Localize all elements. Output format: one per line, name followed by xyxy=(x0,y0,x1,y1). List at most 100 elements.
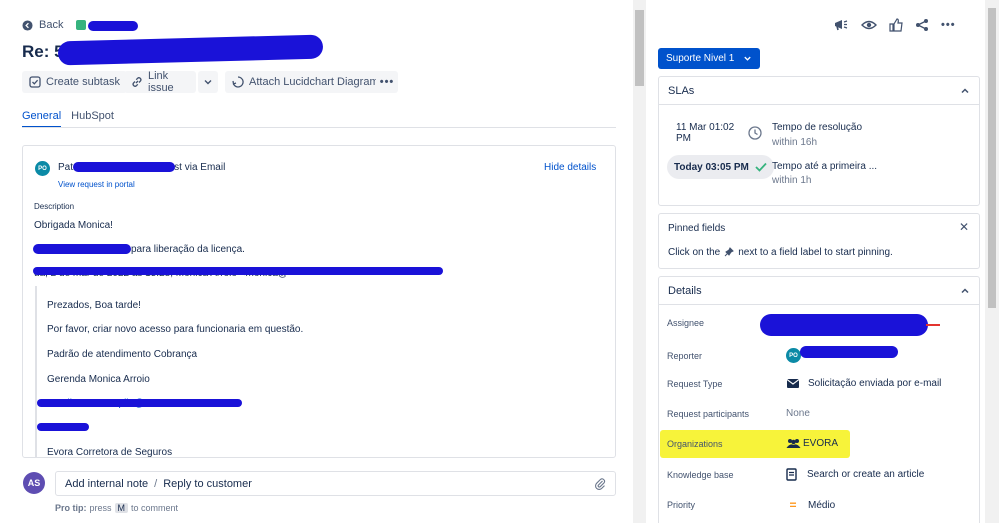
link-icon xyxy=(131,76,143,88)
people-icon xyxy=(786,438,801,449)
redacted-block xyxy=(33,244,131,254)
field-value: Médio xyxy=(808,499,836,511)
avatar: PO xyxy=(786,348,801,363)
field-label: Organizations xyxy=(667,438,723,449)
add-internal-note-button[interactable]: Add internal note xyxy=(65,478,148,490)
clock-icon xyxy=(748,126,762,140)
back-label: Back xyxy=(39,19,64,31)
chevron-down-icon xyxy=(203,77,213,87)
sla-time-badge: Today 03:05 PM xyxy=(667,155,774,179)
close-icon[interactable]: ✕ xyxy=(959,220,969,234)
tab-general[interactable]: General xyxy=(22,110,62,128)
field-label: Knowledge base xyxy=(667,469,734,480)
attach-diagram-label: Attach Lucidchart Diagram xyxy=(249,76,379,88)
quoted-line: Padrão de atendimento Cobrança xyxy=(47,349,198,360)
avatar: PO xyxy=(35,161,50,176)
comment-composer[interactable]: Add internal note / Reply to customer xyxy=(55,471,616,496)
thumbs-up-icon[interactable] xyxy=(889,18,903,32)
priority-medium-icon: = xyxy=(789,498,797,512)
knowledge-base-value[interactable]: Search or create an article xyxy=(786,468,924,481)
tab-bar: General HubSpot xyxy=(22,110,114,128)
view-request-link[interactable]: View request in portal xyxy=(58,180,135,189)
redacted-block xyxy=(88,21,138,31)
request-type-value[interactable]: Solicitação enviada por e-mail xyxy=(786,378,941,389)
field-value: Solicitação enviada por e-mail xyxy=(808,378,942,389)
field-label: Reporter xyxy=(667,350,703,361)
hint-text: Click on the xyxy=(668,247,721,258)
hide-details-link[interactable]: Hide details xyxy=(544,162,596,173)
pin-icon xyxy=(724,247,735,258)
more-icon[interactable]: ••• xyxy=(941,19,956,31)
field-label: Request Type xyxy=(667,378,723,389)
megaphone-icon[interactable] xyxy=(833,18,849,32)
sla-item: 11 Mar 01:02 PM xyxy=(676,122,762,144)
quoted-line: Gerenda Monica Arroio xyxy=(47,374,150,385)
create-subtask-button[interactable]: Create subtask xyxy=(22,71,127,93)
tab-hubspot[interactable]: HubSpot xyxy=(71,110,114,128)
create-subtask-label: Create subtask xyxy=(46,76,120,88)
scrollbar-thumb[interactable] xyxy=(988,8,996,308)
description-line: para liberação da licença. xyxy=(131,244,245,255)
more-icon: ••• xyxy=(379,76,395,88)
link-issue-dropdown[interactable] xyxy=(198,71,218,93)
envelope-icon xyxy=(786,378,800,389)
tab-divider xyxy=(22,127,616,128)
redacted-block xyxy=(57,34,324,66)
slas-header[interactable]: SLAs xyxy=(659,77,979,105)
sla-time: 11 Mar 01:02 PM xyxy=(676,122,735,144)
field-label: Priority xyxy=(667,500,696,510)
header-actions: ••• xyxy=(833,18,956,32)
paperclip-icon[interactable] xyxy=(594,477,606,490)
redacted-block xyxy=(37,423,89,431)
left-scrollbar[interactable] xyxy=(633,0,646,523)
protip: Pro tip: press M to comment xyxy=(55,503,178,513)
description-label: Description xyxy=(34,202,75,211)
protip-label: Pro tip: xyxy=(55,503,87,513)
quoted-line: Evora Corretora de Seguros xyxy=(47,447,173,458)
sla-remaining: within 1h xyxy=(772,175,812,186)
organization-value[interactable]: EVORA xyxy=(786,438,838,449)
organizations-field: Organizations EVORA xyxy=(667,438,838,449)
slas-title: SLAs xyxy=(668,84,695,97)
field-value: Search or create an article xyxy=(807,469,925,480)
sla-name: Tempo de resolução xyxy=(772,122,863,133)
redacted-block xyxy=(800,346,898,358)
redacted-block xyxy=(37,399,242,407)
chevron-up-icon[interactable] xyxy=(960,86,970,96)
watch-eye-icon[interactable] xyxy=(861,19,877,31)
field-value: EVORA xyxy=(803,438,839,449)
protip-text: to comment xyxy=(131,503,179,513)
reporter-field: Reporter PO xyxy=(667,348,801,363)
field-value[interactable]: None xyxy=(786,408,810,419)
sla-time: Today 03:05 PM xyxy=(674,161,749,173)
back-button[interactable]: Back xyxy=(22,19,63,31)
more-actions-button[interactable]: ••• xyxy=(376,71,398,93)
pinned-title: Pinned fields xyxy=(668,223,726,234)
participants-field: Request participants None xyxy=(667,408,810,419)
article-icon xyxy=(786,468,797,481)
activity-card: PO Patricia Olivei d this request via Em… xyxy=(22,145,616,458)
check-icon xyxy=(755,162,767,172)
share-icon[interactable] xyxy=(915,18,929,32)
keyboard-key: M xyxy=(114,503,129,513)
link-issue-button[interactable]: Link issue xyxy=(124,70,196,94)
chevron-up-icon[interactable] xyxy=(960,286,970,296)
reply-to-customer-button[interactable]: Reply to customer xyxy=(163,478,252,490)
attach-diagram-button[interactable]: Attach Lucidchart Diagram xyxy=(225,71,386,93)
avatar: AS xyxy=(23,472,45,494)
subtask-icon xyxy=(29,76,41,88)
back-arrow-icon xyxy=(22,19,33,31)
quoted-line: Por favor, criar novo acesso para funcio… xyxy=(47,324,304,335)
details-title: Details xyxy=(668,284,702,297)
sla-remaining: within 16h xyxy=(772,137,818,148)
request-type-icon xyxy=(76,20,86,30)
lucidchart-icon xyxy=(232,76,244,88)
chevron-down-icon xyxy=(743,54,752,63)
status-dropdown[interactable]: Suporte Nivel 1 xyxy=(658,48,760,69)
scrollbar-thumb[interactable] xyxy=(635,10,644,86)
priority-value[interactable]: = Médio xyxy=(786,498,835,512)
request-type-field: Request Type Solicitação enviada por e-m… xyxy=(667,378,941,389)
right-scrollbar[interactable] xyxy=(985,0,999,523)
details-header[interactable]: Details xyxy=(659,277,979,305)
pinned-hint: Click on the next to a field label to st… xyxy=(668,247,893,258)
